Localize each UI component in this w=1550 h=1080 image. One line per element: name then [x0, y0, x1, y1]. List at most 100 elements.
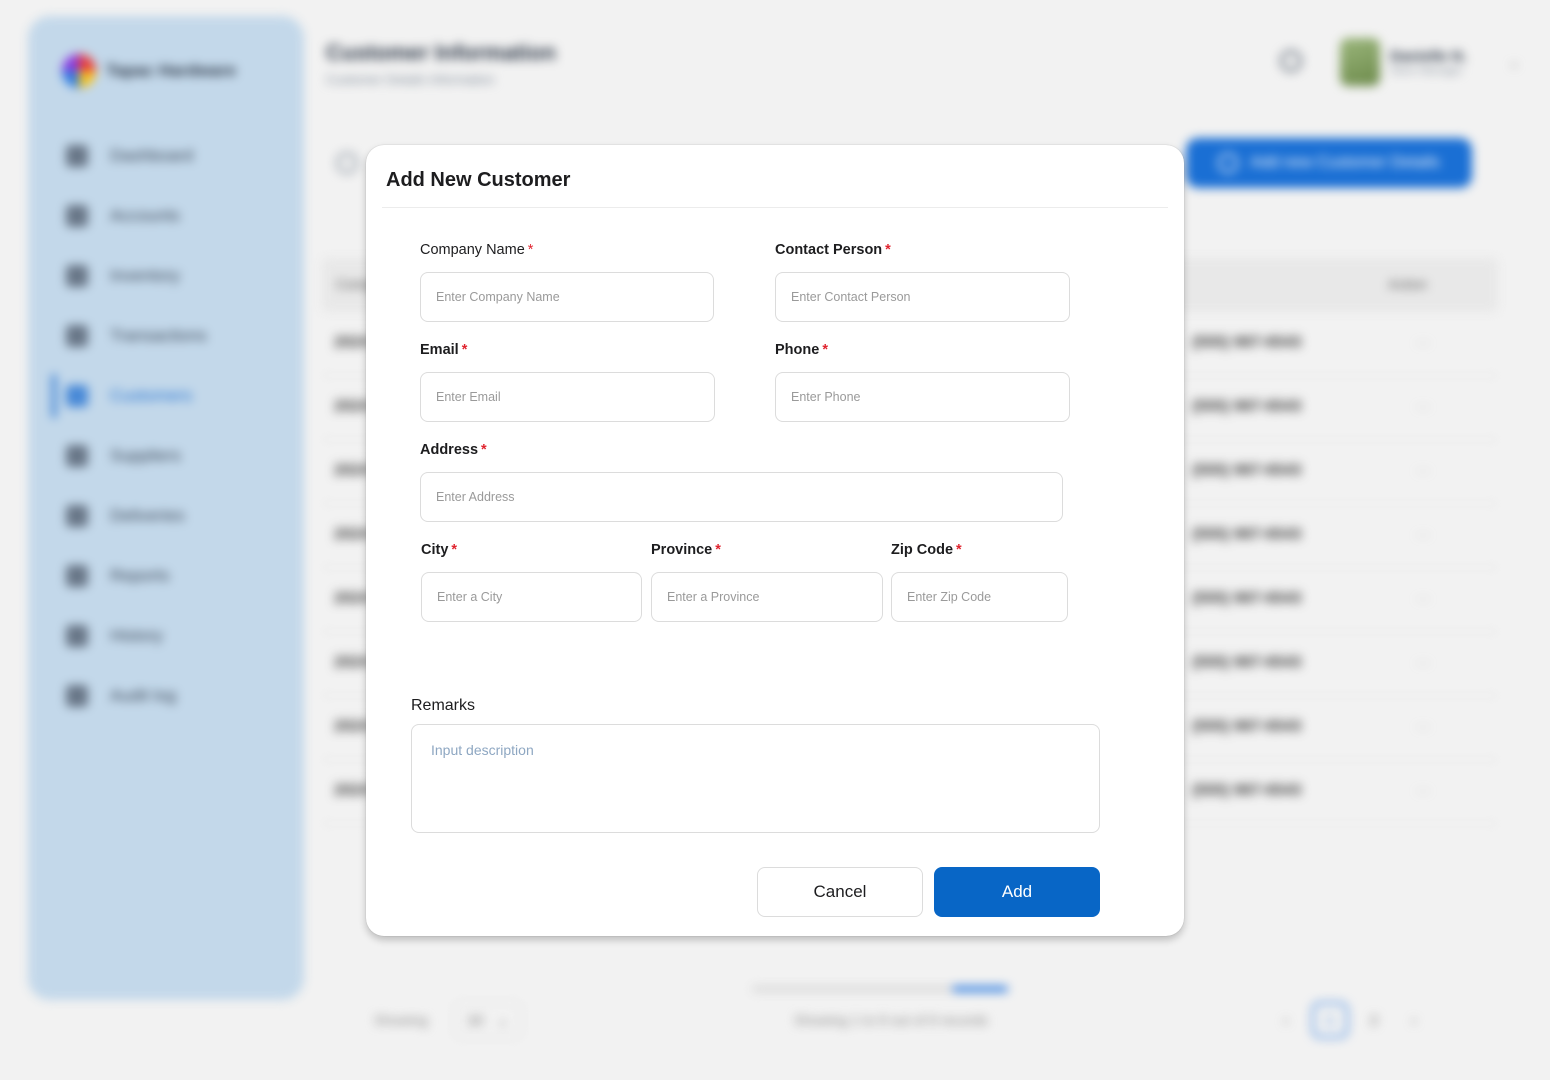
sidebar-item-label: Customers [110, 386, 193, 405]
showing-label: Showing [374, 1012, 428, 1028]
prev-page-button[interactable]: ‹ [1272, 1002, 1300, 1038]
sidebar-item-transactions[interactable]: Transactions [28, 306, 304, 366]
cell-company: 2024 [334, 526, 370, 543]
sidebar-item-label: Reports [110, 566, 170, 585]
records-summary: Showing 1 to 8 out of 8 records [794, 1012, 988, 1028]
transactions-icon [66, 325, 88, 347]
sidebar-item-label: Transactions [110, 326, 207, 345]
user-name: Danielle N. [1390, 47, 1467, 65]
reports-icon [66, 565, 88, 587]
cell-company: 2024 [334, 334, 370, 351]
brand-name: Tapac Hardware [106, 61, 237, 80]
remarks-textarea[interactable] [411, 724, 1100, 833]
add-customer-modal: Add New Customer Company Name* Contact P… [366, 145, 1184, 936]
province-field[interactable] [651, 572, 883, 622]
per-page-select[interactable]: 10 ⌄ [454, 1002, 522, 1038]
modal-divider [382, 207, 1168, 208]
cell-phone: (555) 987-6543 [1192, 462, 1302, 479]
column-header-action: Action [1388, 276, 1427, 292]
required-mark: * [451, 542, 458, 558]
province-label: Province * [651, 542, 721, 558]
required-mark: * [461, 342, 468, 358]
sidebar-item-label: History [110, 626, 163, 645]
sidebar-item-label: Audit log [110, 686, 177, 705]
required-mark: * [885, 242, 891, 258]
row-actions-icon[interactable]: ··· [1416, 718, 1430, 734]
sidebar-item-inventory[interactable]: Inventory [28, 246, 304, 306]
zip-code-field[interactable] [891, 572, 1068, 622]
sidebar-item-label: Inventory [110, 266, 180, 285]
sidebar-item-customers[interactable]: Customers [28, 366, 304, 426]
sidebar-item-suppliers[interactable]: Suppliers [28, 426, 304, 486]
row-actions-icon[interactable]: ··· [1416, 462, 1430, 478]
company-name-label: Company Name * [420, 242, 534, 258]
sidebar-item-deliveries[interactable]: Deliveries [28, 486, 304, 546]
user-menu[interactable]: Danielle N. Store Manager ⌄ [1340, 36, 1520, 88]
row-actions-icon[interactable]: ··· [1416, 654, 1430, 670]
email-field[interactable] [420, 372, 715, 422]
email-label: Email * [420, 342, 468, 358]
dashboard-icon [66, 145, 88, 167]
sidebar-item-audit-log[interactable]: Audit log [28, 666, 304, 726]
sidebar-item-label: Suppliers [110, 446, 181, 465]
page-2-button[interactable]: 2 [1360, 1002, 1388, 1038]
sidebar-nav: Dashboard Accounts Inventory Transaction… [28, 126, 304, 726]
per-page-value: 10 [467, 1012, 483, 1028]
row-actions-icon[interactable]: ··· [1416, 590, 1430, 606]
row-actions-icon[interactable]: ··· [1416, 334, 1430, 350]
address-field[interactable] [420, 472, 1063, 522]
cell-phone: (555) 987-6543 [1192, 782, 1302, 799]
customers-icon [66, 385, 88, 407]
sidebar-item-dashboard[interactable]: Dashboard [28, 126, 304, 186]
required-mark: * [715, 542, 721, 558]
chevron-down-icon: ⌄ [1508, 53, 1520, 70]
sidebar-item-reports[interactable]: Reports [28, 546, 304, 606]
avatar [1340, 38, 1380, 86]
cell-phone: (555) 987-6543 [1192, 398, 1302, 415]
sidebar-item-history[interactable]: History [28, 606, 304, 666]
phone-field[interactable] [775, 372, 1070, 422]
add-button[interactable]: Add [934, 867, 1100, 917]
cell-company: 2024 [334, 654, 370, 671]
contact-person-label: Contact Person * [775, 242, 891, 258]
inventory-icon [66, 265, 88, 287]
next-page-button[interactable]: › [1400, 1002, 1428, 1038]
required-mark: * [822, 342, 828, 358]
city-field[interactable] [421, 572, 642, 622]
scrollbar-thumb[interactable] [952, 986, 1008, 992]
user-info: Danielle N. Store Manager [1390, 48, 1467, 77]
zip-code-label: Zip Code * [891, 542, 962, 558]
sidebar-item-label: Accounts [110, 206, 180, 225]
bell-icon[interactable] [1280, 50, 1302, 72]
cell-company: 2024 [334, 398, 370, 415]
horizontal-scrollbar[interactable] [752, 986, 1008, 992]
required-mark: * [527, 242, 534, 258]
history-icon [66, 625, 88, 647]
row-actions-icon[interactable]: ··· [1416, 398, 1430, 414]
cancel-button[interactable]: Cancel [757, 867, 923, 917]
company-name-input[interactable] [420, 272, 714, 322]
modal-title: Add New Customer [386, 169, 571, 191]
suppliers-icon [66, 445, 88, 467]
chevron-down-icon: ⌄ [496, 1011, 509, 1028]
address-label: Address * [420, 442, 487, 458]
search-icon[interactable] [336, 152, 358, 174]
contact-person-input[interactable] [775, 272, 1070, 322]
brand: Tapac Hardware [62, 54, 236, 88]
add-customer-details-button[interactable]: Add new Customer Details [1186, 138, 1472, 188]
row-actions-icon[interactable]: ··· [1416, 526, 1430, 542]
cell-phone: (555) 987-6543 [1192, 526, 1302, 543]
page-1-button[interactable]: 1 [1312, 1002, 1348, 1038]
plus-circle-icon [1218, 153, 1239, 173]
cell-phone: (555) 987-6543 [1192, 590, 1302, 607]
remarks-label: Remarks [411, 697, 476, 714]
deliveries-icon [66, 505, 88, 527]
cell-company: 2024 [334, 718, 370, 735]
cell-phone: (555) 987-6543 [1192, 334, 1302, 351]
sidebar-item-accounts[interactable]: Accounts [28, 186, 304, 246]
sidebar-item-label: Dashboard [110, 146, 194, 165]
brand-logo-icon [62, 54, 96, 88]
cell-company: 2024 [334, 590, 370, 607]
cell-company: 2024 [334, 782, 370, 799]
row-actions-icon[interactable]: ··· [1416, 782, 1430, 798]
